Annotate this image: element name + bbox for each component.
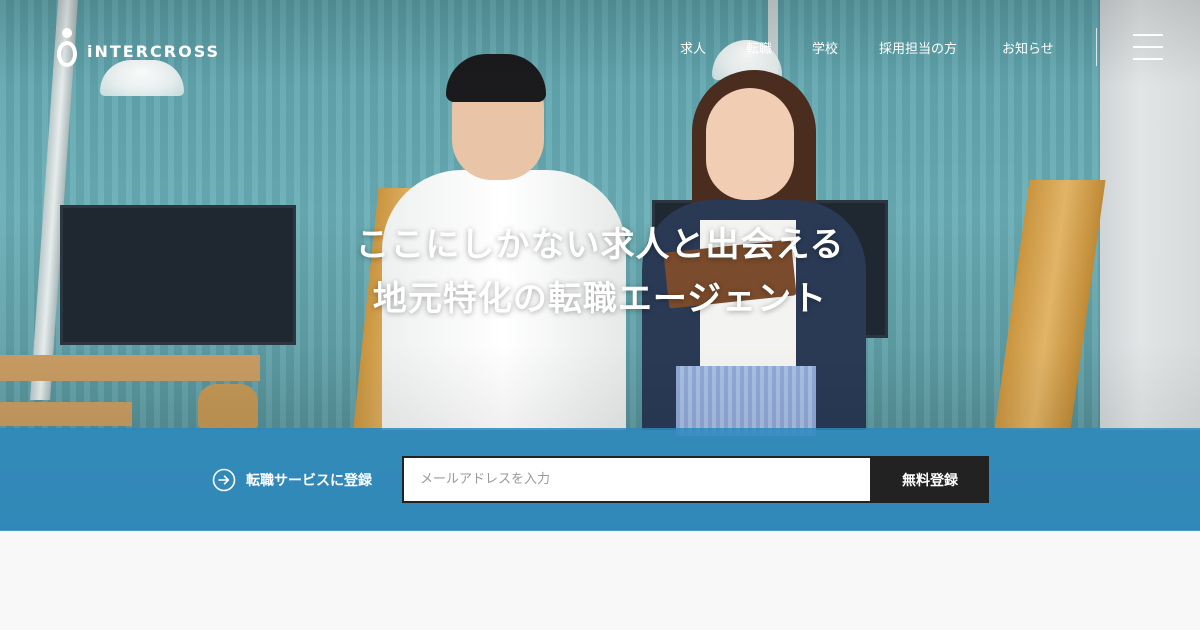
site-logo[interactable]: iNTERCROSS (57, 28, 220, 68)
email-input[interactable] (402, 456, 872, 503)
register-label: 転職サービスに登録 (212, 468, 372, 492)
content-area (0, 531, 1200, 630)
nav-item-jobs[interactable]: 求人 (680, 38, 706, 57)
hamburger-icon[interactable] (1133, 32, 1165, 62)
nav-divider (1096, 28, 1097, 66)
register-label-text: 転職サービスに登録 (246, 473, 372, 489)
nav-item-school[interactable]: 学校 (812, 38, 838, 57)
logo-text: iNTERCROSS (87, 41, 221, 61)
hero-headline-line1: ここにしかない求人と出会える (355, 225, 845, 265)
nav-item-news[interactable]: お知らせ (1002, 38, 1054, 57)
logo-mark-icon (57, 28, 77, 68)
nav-item-career-change[interactable]: 転職 (746, 38, 772, 57)
hero-headline-line2: 地元特化の転職エージェント (372, 279, 828, 319)
arrow-right-circle-icon (212, 468, 236, 492)
nav-item-recruiters[interactable]: 採用担当の方 (879, 38, 957, 57)
free-register-button[interactable]: 無料登録 (871, 456, 989, 503)
hero-headline: ここにしかない求人と出会える 地元特化の転職エージェント (0, 218, 1200, 326)
